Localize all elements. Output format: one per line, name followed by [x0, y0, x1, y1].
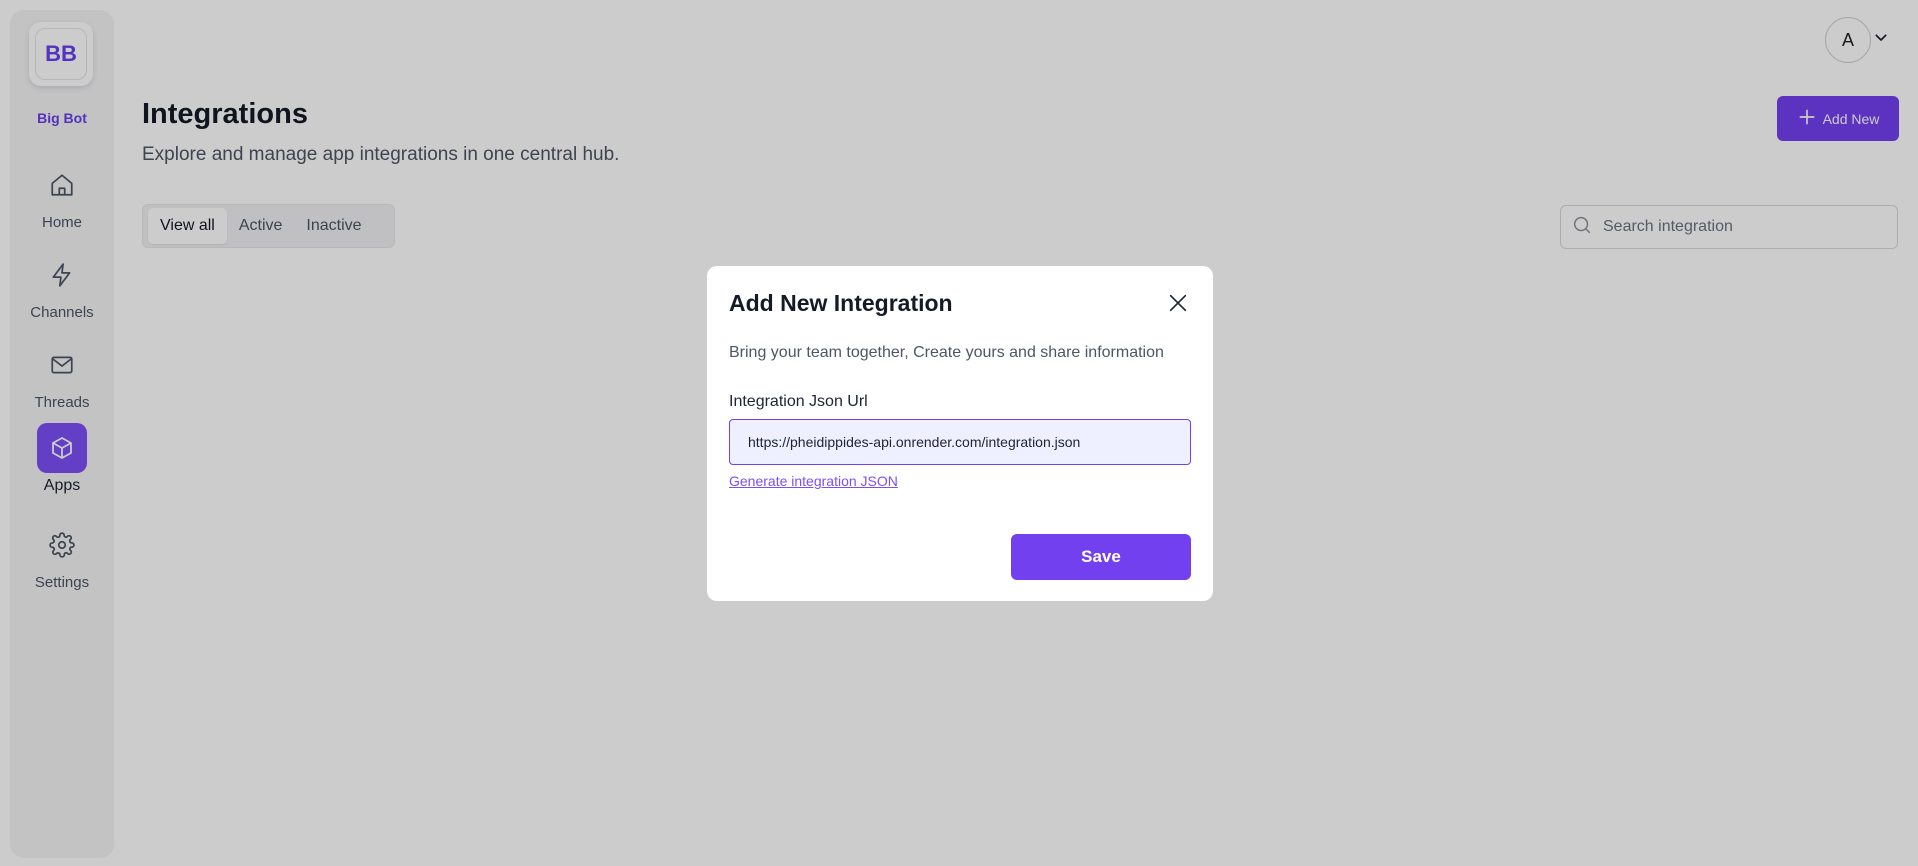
generate-json-link[interactable]: Generate integration JSON: [729, 473, 898, 489]
close-button[interactable]: [1165, 290, 1191, 316]
modal-title: Add New Integration: [729, 290, 953, 316]
save-button[interactable]: Save: [1011, 534, 1191, 580]
close-icon: [1169, 294, 1187, 312]
add-integration-modal: Add New Integration Bring your team toge…: [707, 266, 1213, 601]
app-root: BB Big Bot Home Channels Threads Apps Se…: [0, 0, 1918, 866]
modal-description: Bring your team together, Create yours a…: [729, 344, 1164, 361]
integration-url-input[interactable]: [729, 419, 1191, 465]
integration-url-label: Integration Json Url: [729, 393, 868, 410]
